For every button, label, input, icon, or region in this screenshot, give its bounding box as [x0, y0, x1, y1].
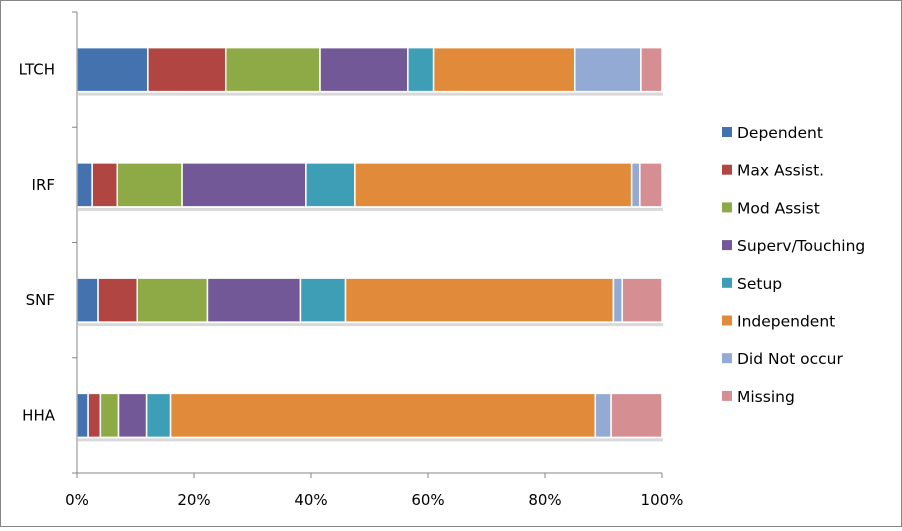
bar-segment-dependent	[76, 46, 149, 93]
bar-segment-did-not-occur	[573, 46, 642, 93]
category-label: HHA	[22, 406, 56, 424]
bar-shadow	[78, 92, 663, 96]
bar-shadow	[78, 207, 663, 211]
legend-label: Setup	[737, 275, 782, 293]
legend-item: Mod Assist	[722, 199, 820, 217]
legend-swatch	[722, 202, 732, 213]
legend-item: Missing	[722, 388, 795, 406]
plot-area	[76, 46, 663, 442]
x-tick-label: 100%	[641, 491, 684, 509]
bar-segment-setup	[407, 46, 435, 93]
bar-segment-independent	[432, 46, 576, 93]
legend-label: Missing	[737, 388, 795, 406]
bar-segment-superv-touching	[117, 392, 148, 439]
bar-segment-dependent	[76, 162, 93, 208]
bar-segment-superv-touching	[206, 277, 302, 323]
bar-segment-setup	[145, 392, 172, 439]
bar-group-hha	[76, 392, 663, 442]
legend-item: Did Not occur	[722, 350, 843, 368]
legend-label: Dependent	[737, 124, 823, 142]
bar-segment-superv-touching	[319, 46, 409, 93]
bar-segment-mod-assist	[136, 277, 209, 323]
bar-segment-max-assist	[87, 392, 102, 439]
category-label: LTCH	[19, 61, 55, 79]
legend-label: Superv/Touching	[737, 237, 865, 255]
legend-swatch	[722, 164, 732, 175]
bar-segment-did-not-occur	[594, 392, 612, 439]
x-tick-label: 20%	[177, 491, 210, 509]
x-tick-label: 0%	[65, 491, 89, 509]
bar-segment-missing	[610, 392, 663, 439]
legend-label: Max Assist.	[737, 162, 824, 180]
bar-segment-max-assist	[97, 277, 139, 323]
category-label: IRF	[32, 176, 55, 194]
bar-segment-setup	[305, 162, 356, 208]
legend-label: Independent	[737, 313, 835, 331]
bar-segment-superv-touching	[181, 162, 307, 208]
legend-label: Did Not occur	[737, 350, 843, 368]
bar-segment-missing	[621, 277, 663, 323]
legend-swatch	[722, 353, 732, 364]
category-label: SNF	[26, 291, 55, 309]
x-tick-label: 60%	[411, 491, 444, 509]
bar-segment-dependent	[76, 392, 89, 439]
bar-segment-dependent	[76, 277, 99, 323]
bar-shadow	[78, 323, 663, 327]
bar-shadow	[78, 438, 663, 442]
x-tick-label: 80%	[528, 491, 561, 509]
bar-segment-missing	[640, 46, 663, 93]
bar-segment-max-assist	[91, 162, 119, 208]
legend-label: Mod Assist	[737, 199, 820, 217]
legend-swatch	[722, 127, 732, 137]
bar-segment-did-not-occur	[630, 162, 641, 208]
stacked-bar-chart: LTCH IRF SNF HHA 0% 20% 40% 60% 80% 100% Dependen…	[19, 11, 865, 509]
legend-item: Dependent	[722, 124, 823, 142]
legend-swatch	[722, 315, 732, 326]
legend: Dependent Max Assist. Mod Assist Superv/Tou…	[722, 124, 865, 406]
chart-frame: LTCH IRF SNF HHA 0% 20% 40% 60% 80% 100% Dependen…	[0, 0, 902, 527]
bar-segment-mod-assist	[116, 162, 183, 208]
bar-segment-mod-assist	[99, 392, 120, 439]
bar-segment-did-not-occur	[612, 277, 623, 323]
bar-segment-max-assist	[147, 46, 227, 93]
bar-segment-independent	[169, 392, 597, 439]
legend-item: Superv/Touching	[722, 237, 865, 255]
bar-group-irf	[76, 162, 663, 211]
bar-segment-mod-assist	[224, 46, 321, 93]
legend-swatch	[722, 240, 732, 251]
x-tick-label: 40%	[294, 491, 327, 509]
bar-group-snf	[76, 277, 663, 327]
bar-segment-independent	[354, 162, 633, 208]
bar-segment-missing	[639, 162, 663, 208]
legend-swatch	[722, 390, 732, 401]
legend-item: Independent	[722, 313, 835, 331]
legend-swatch	[722, 277, 732, 288]
bar-segment-setup	[299, 277, 347, 323]
legend-item: Setup	[722, 275, 782, 293]
bar-group-ltch	[76, 46, 663, 96]
legend-item: Max Assist.	[722, 162, 824, 180]
bar-segment-independent	[344, 277, 615, 323]
